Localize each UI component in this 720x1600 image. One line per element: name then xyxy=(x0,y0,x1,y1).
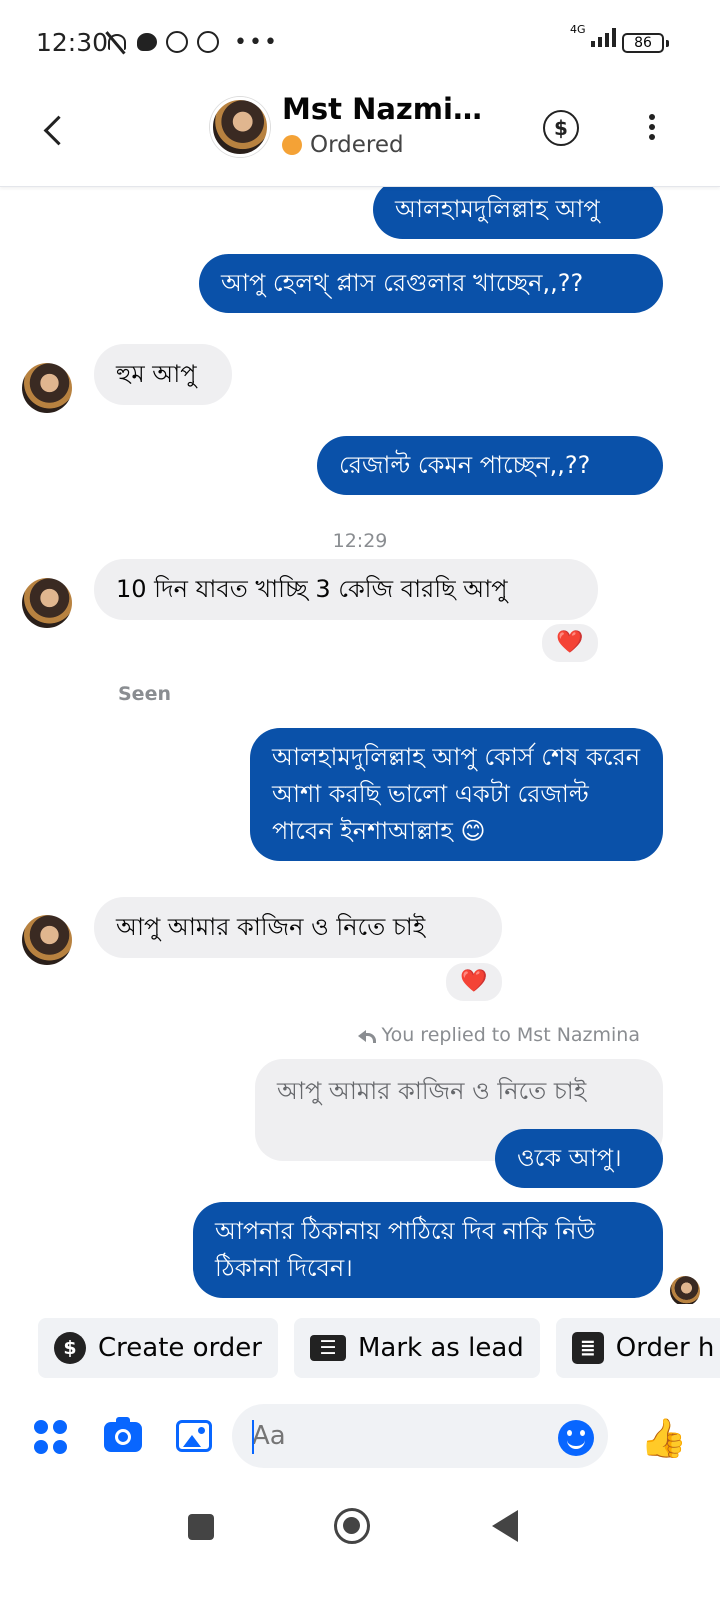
nav-back-button[interactable] xyxy=(492,1510,518,1542)
facebook-notification-icon xyxy=(197,31,219,53)
mark-as-lead-button[interactable]: ☰ Mark as lead xyxy=(294,1318,540,1378)
thumbs-up-icon[interactable]: 👍 xyxy=(640,1418,687,1458)
sender-avatar[interactable] xyxy=(22,363,72,413)
payment-button[interactable]: $ xyxy=(543,110,579,146)
outgoing-message[interactable]: রেজাল্ট কেমন পাচ্ছেন,,?? xyxy=(317,436,663,495)
status-bar: 12:30 ••• 4G 86 xyxy=(0,0,720,84)
outgoing-message[interactable]: আলহামদুলিল্লাহ আপু কোর্স শেষ করেন আশা কর… xyxy=(250,728,663,861)
more-actions-icon[interactable] xyxy=(34,1420,68,1454)
incoming-message[interactable]: হুম আপু xyxy=(94,344,232,405)
outgoing-message[interactable]: ওকে আপু। xyxy=(495,1129,663,1188)
gallery-icon[interactable] xyxy=(176,1420,212,1452)
dollar-icon: $ xyxy=(54,1332,86,1364)
order-history-button[interactable]: ≣ Order h xyxy=(555,1318,720,1378)
contact-card-icon: ☰ xyxy=(310,1335,346,1361)
whatsapp-notification-icon xyxy=(166,31,188,53)
message-list[interactable]: আলহামদুলিল্লাহ আপু আপু হেলথ্ প্লাস রেগুল… xyxy=(0,186,720,1304)
system-nav-bar xyxy=(0,1480,720,1600)
signal-icon: 4G xyxy=(570,24,616,47)
seen-indicator: Seen xyxy=(118,683,171,705)
outgoing-message[interactable]: আলহামদুলিল্লাহ আপু xyxy=(373,186,663,239)
order-status[interactable]: Ordered xyxy=(282,132,404,158)
create-order-button[interactable]: $ Create order xyxy=(38,1318,278,1378)
text-cursor xyxy=(252,1420,254,1454)
heart-reaction-icon[interactable]: ❤️ xyxy=(540,622,600,664)
camera-icon[interactable] xyxy=(104,1417,142,1452)
sender-avatar[interactable] xyxy=(22,915,72,965)
quick-actions-bar[interactable]: $ Create order ☰ Mark as lead ≣ Order h xyxy=(38,1318,720,1378)
sender-avatar[interactable] xyxy=(22,578,72,628)
contact-avatar[interactable] xyxy=(210,97,270,157)
contact-name[interactable]: Mst Nazmin... xyxy=(282,92,502,126)
emoji-icon[interactable] xyxy=(558,1420,594,1456)
heart-reaction-icon[interactable]: ❤️ xyxy=(444,961,504,1003)
reply-note: You replied to Mst Nazmina xyxy=(357,1024,640,1046)
battery-icon: 86 xyxy=(622,33,669,53)
outgoing-message[interactable]: আপু হেলথ্ প্লাস রেগুলার খাচ্ছেন,,?? xyxy=(199,254,663,313)
back-button[interactable] xyxy=(38,110,68,150)
order-history-label: Order h xyxy=(615,1333,715,1363)
message-input[interactable] xyxy=(232,1404,608,1468)
more-options-button[interactable] xyxy=(640,110,664,150)
chat-header: Mst Nazmin... Ordered $ xyxy=(0,84,720,187)
messenger-notification-icon xyxy=(137,33,157,51)
incoming-message[interactable]: 10 দিন যাবত খাচ্ছি 3 কেজি বারছি আপু xyxy=(94,559,598,620)
reply-arrow-icon xyxy=(357,1028,376,1043)
incoming-message[interactable]: আপু আমার কাজিন ও নিতে চাই xyxy=(94,897,502,958)
status-time: 12:30 xyxy=(36,28,109,57)
more-notifications-icon: ••• xyxy=(234,29,279,55)
message-composer: 👍 xyxy=(0,1400,720,1476)
message-timestamp: 12:29 xyxy=(332,530,388,552)
read-receipt-avatar xyxy=(670,1276,700,1304)
notification-icons: ••• xyxy=(104,29,279,55)
mark-as-lead-label: Mark as lead xyxy=(358,1333,524,1363)
outgoing-message[interactable]: আপনার ঠিকানায় পাঠিয়ে দিব নাকি নিউ ঠিকা… xyxy=(193,1202,663,1298)
order-status-label: Ordered xyxy=(310,132,404,158)
create-order-label: Create order xyxy=(98,1333,262,1363)
vibrate-off-icon xyxy=(104,31,128,53)
recents-button[interactable] xyxy=(188,1514,214,1540)
status-dot-icon xyxy=(282,135,302,155)
reply-note-text: You replied to Mst Nazmina xyxy=(381,1024,640,1046)
home-button[interactable] xyxy=(334,1508,370,1544)
order-list-icon: ≣ xyxy=(571,1332,604,1364)
network-type: 4G xyxy=(570,23,586,36)
